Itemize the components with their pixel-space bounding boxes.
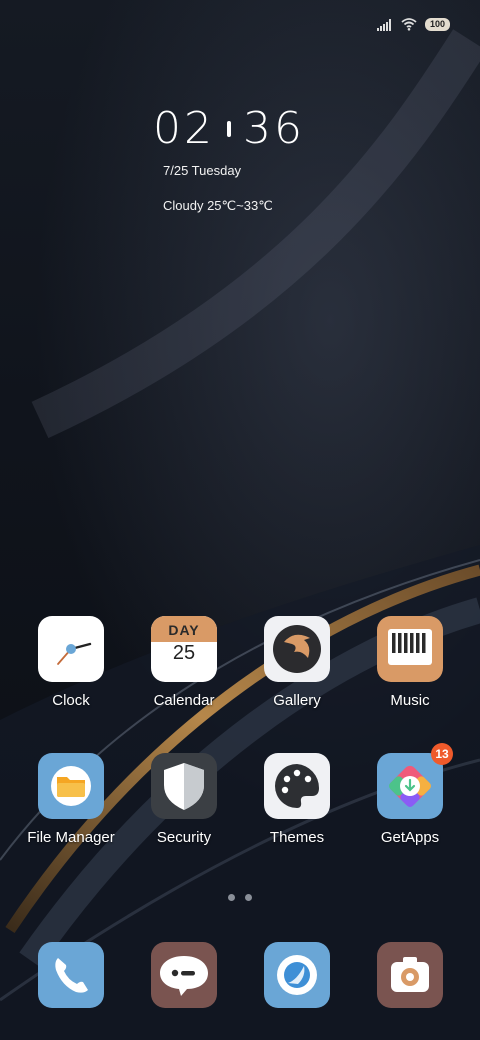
eagle-icon [264,616,330,682]
calendar-day-text: DAY [151,616,217,642]
app-calendar[interactable]: DAY 25 Calendar [128,616,240,709]
app-getapps[interactable]: 13 GetApps [354,743,466,846]
signal-icon [376,18,391,31]
time-display: 02 36 [153,103,305,155]
app-label: Calendar [153,692,215,709]
app-label: Themes [269,829,325,846]
message-icon [151,942,217,1008]
wifi-icon [401,18,417,31]
time-minutes: 36 [243,103,305,154]
shield-icon [151,753,217,819]
status-bar: 100 [376,18,450,31]
app-label: GetApps [380,829,440,846]
app-label: Gallery [273,692,321,709]
page-dot[interactable] [245,894,252,901]
clock-widget[interactable]: 02 36 7/25 Tuesday Cloudy 25℃~33℃ [153,103,305,214]
piano-icon [377,616,443,682]
camera-icon [377,942,443,1008]
calendar-day-number: 25 [172,642,196,664]
notification-badge: 13 [431,743,453,765]
clock-icon [38,616,104,682]
weather-text: Cloudy 25℃~33℃ [163,198,273,213]
palette-icon [264,753,330,819]
page-dot[interactable] [228,894,235,901]
app-label: File Manager [27,829,115,846]
app-music[interactable]: Music [354,616,466,709]
app-file-manager[interactable]: File Manager [15,753,127,846]
dock-messages[interactable] [128,942,240,1008]
browser-icon [264,942,330,1008]
phone-icon [38,942,104,1008]
battery-indicator: 100 [424,18,450,31]
app-label: Music [390,692,430,709]
time-hours: 02 [153,103,215,154]
app-label: Security [156,829,212,846]
dock-camera[interactable] [354,942,466,1008]
folder-icon [38,753,104,819]
app-label: Clock [52,692,90,709]
page-indicator[interactable] [228,894,252,901]
app-themes[interactable]: Themes [241,753,353,846]
dock-phone[interactable] [15,942,127,1008]
dock-browser[interactable] [241,942,353,1008]
time-separator [227,121,231,137]
date-text: 7/25 Tuesday [163,163,242,178]
calendar-icon: DAY 25 [151,616,217,682]
app-security[interactable]: Security [128,753,240,846]
getapps-icon: 13 [377,743,453,819]
app-clock[interactable]: Clock [15,616,127,709]
app-gallery[interactable]: Gallery [241,616,353,709]
